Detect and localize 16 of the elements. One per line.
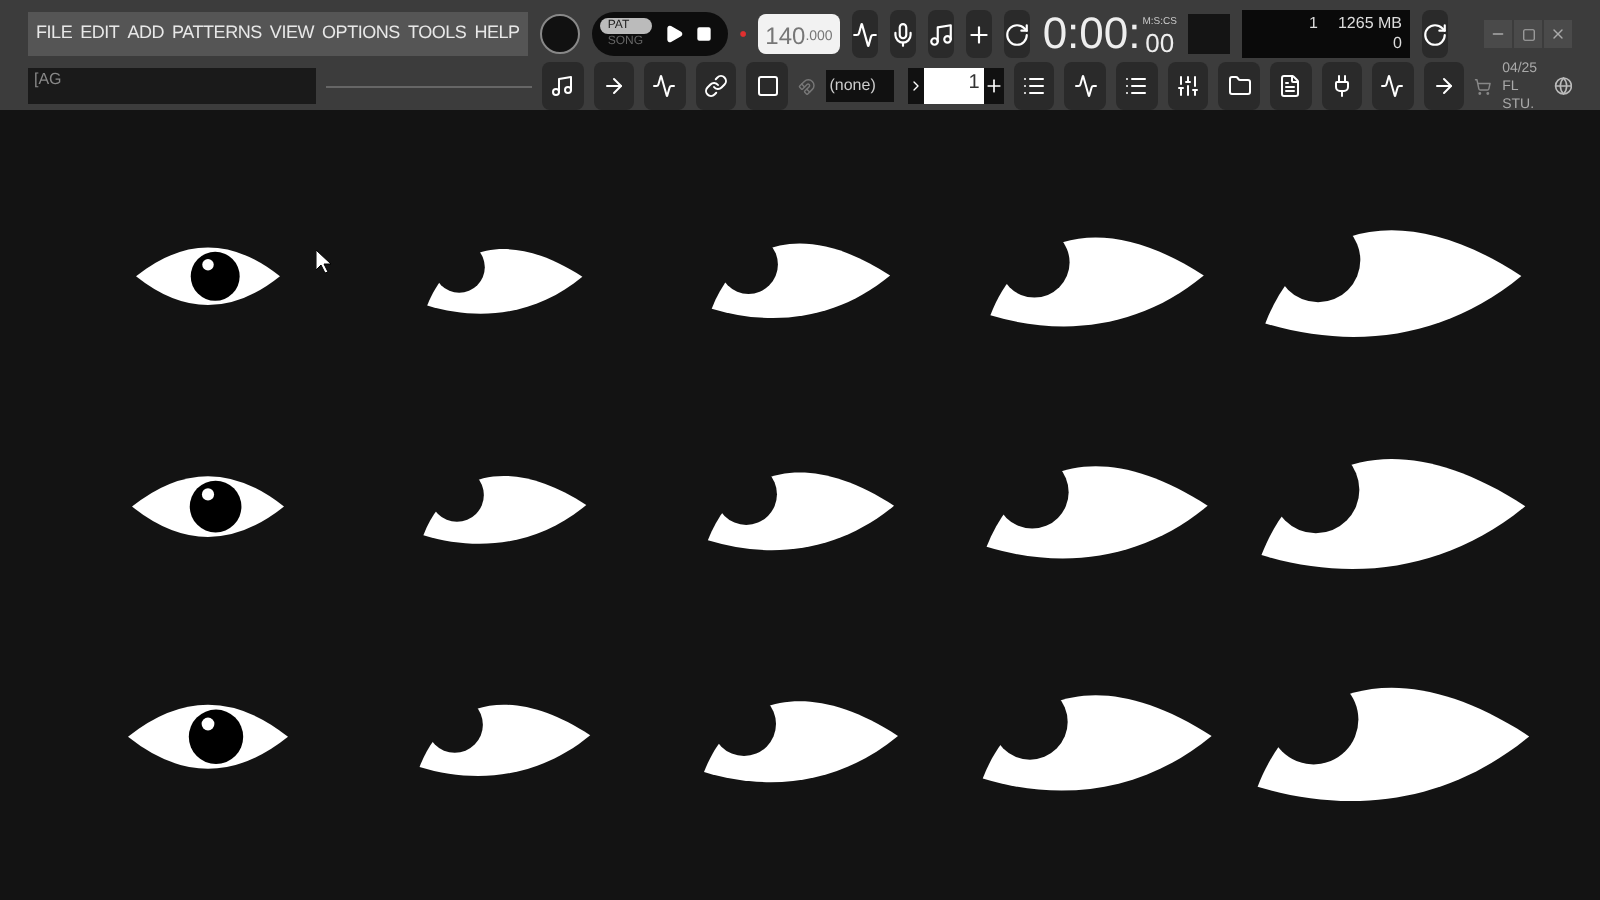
menu-item[interactable]: TOOLS — [407, 20, 467, 48]
voice-count: 1 — [1309, 14, 1318, 34]
menu-item[interactable]: VIEW — [269, 20, 315, 48]
menu-item[interactable]: OPTIONS — [322, 20, 400, 48]
memory-usage: 1265 MB — [1337, 14, 1402, 34]
menu-item[interactable]: ADD — [127, 20, 165, 48]
polyphony-count: 0 — [1393, 34, 1402, 54]
time-centiseconds: 00 — [1145, 28, 1175, 60]
hint-field: [AG — [28, 68, 316, 104]
snap-dropdown[interactable]: (none) — [825, 70, 894, 102]
menu-item[interactable]: HELP — [474, 20, 520, 48]
menu-item[interactable]: EDIT — [80, 20, 120, 48]
time-display: 0:00: — [1042, 8, 1141, 60]
menu-item[interactable]: FILE — [36, 20, 73, 48]
menu-item[interactable]: PATTERNS — [172, 20, 262, 48]
pattern-field[interactable]: 1 — [923, 68, 984, 104]
